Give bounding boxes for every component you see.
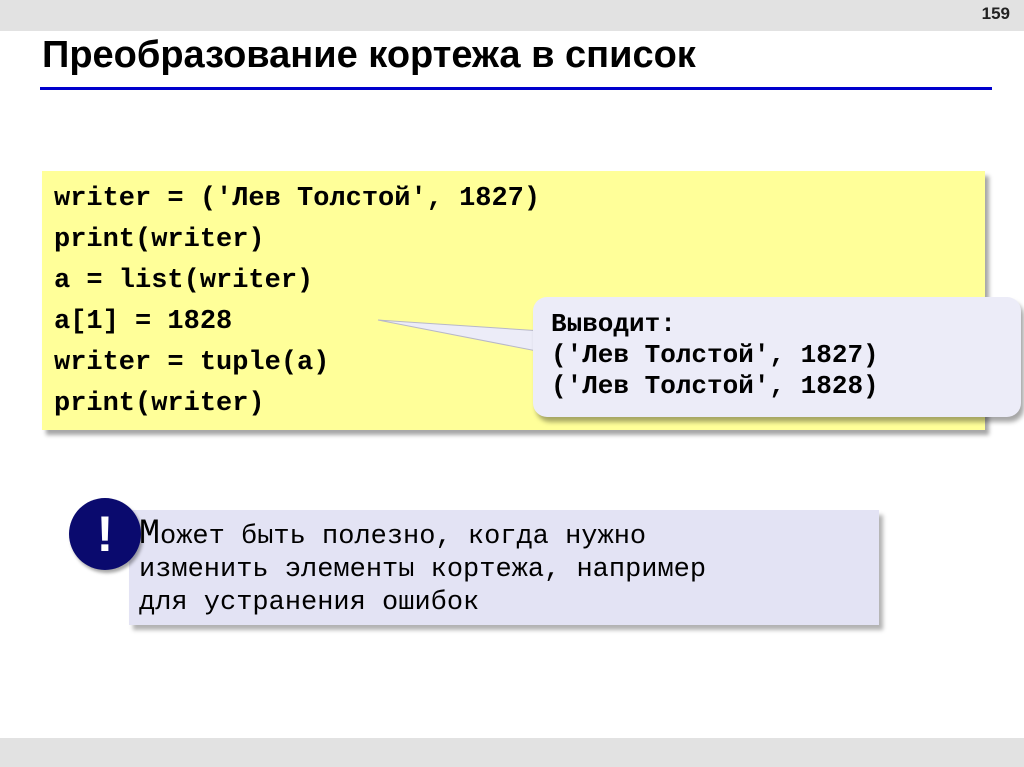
note-line: изменить элементы кортежа, например	[139, 555, 707, 585]
note-first-letter: М	[139, 514, 161, 554]
callout-output-line: ('Лев Толстой', 1827)	[551, 340, 879, 370]
code-line: a = list(writer)	[54, 266, 314, 296]
code-lines: writer = ('Лев Толстой', 1827) print(wri…	[54, 179, 540, 425]
code-line: print(writer)	[54, 389, 265, 419]
callout-heading: Выводит:	[551, 309, 676, 339]
output-callout: Выводит: ('Лев Толстой', 1827) ('Лев Тол…	[533, 297, 1021, 417]
code-line: writer = ('Лев Толстой', 1827)	[54, 184, 541, 214]
note-line-text: ожет быть полезно, когда нужно	[160, 522, 647, 552]
note-line: Может быть полезно, когда нужно	[139, 517, 706, 554]
code-line: a[1] = 1828	[54, 307, 233, 337]
callout-lines: Выводит: ('Лев Толстой', 1827) ('Лев Тол…	[551, 309, 879, 402]
note-line: для устранения ошибок	[139, 588, 480, 618]
exclamation-icon: !	[69, 498, 141, 570]
code-line: print(writer)	[54, 225, 265, 255]
note-text: Может быть полезно, когда нужно изменить…	[139, 517, 707, 620]
code-line: writer = tuple(a)	[54, 348, 330, 378]
top-bar: 159	[0, 0, 1024, 31]
title-underline	[40, 87, 992, 90]
note-box: Может быть полезно, когда нужно изменить…	[129, 510, 879, 625]
callout-output-line: ('Лев Толстой', 1828)	[551, 371, 879, 401]
bottom-bar	[0, 738, 1024, 767]
page-number: 159	[981, 4, 1010, 23]
slide-title: Преобразование кортежа в список	[42, 34, 696, 76]
